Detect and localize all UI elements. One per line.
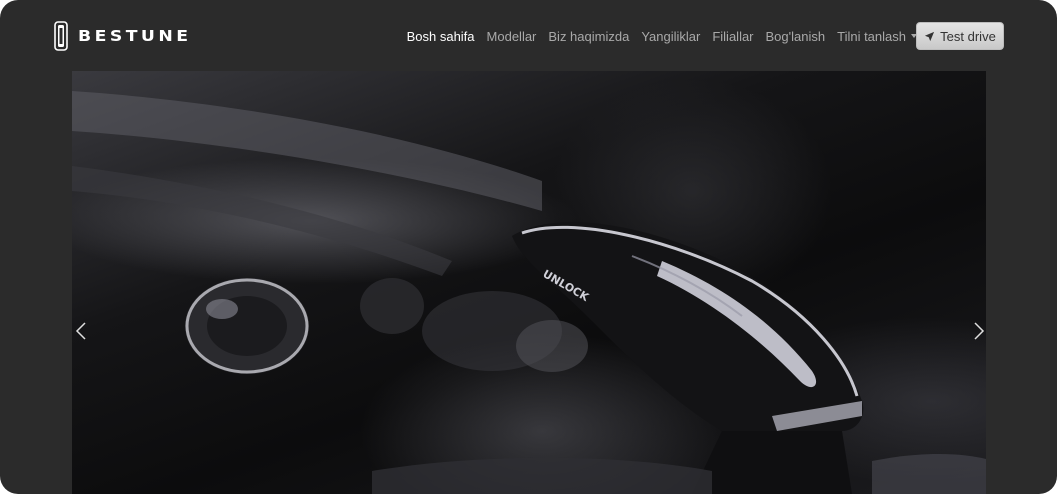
brand-name: BESTUNE [78,27,192,45]
bestune-emblem-icon [54,21,68,51]
nav-item-news[interactable]: Yangiliklar [641,29,700,44]
browser-window: BESTUNE Bosh sahifa Modellar Biz haqimiz… [0,0,1057,494]
language-dropdown-label: Tilni tanlash [837,28,906,44]
nav-item-about[interactable]: Biz haqimizda [548,29,629,44]
language-dropdown[interactable]: Tilni tanlash [837,29,917,44]
main-nav: Bosh sahifa Modellar Biz haqimizda Yangi… [407,25,917,47]
nav-item-models[interactable]: Modellar [487,29,537,44]
chevron-right-icon[interactable] [968,321,986,341]
brand-logo[interactable]: BESTUNE [54,20,188,52]
nav-item-home[interactable]: Bosh sahifa [407,29,475,44]
chevron-left-icon[interactable] [72,321,92,341]
nav-item-contact[interactable]: Bog'lanish [766,29,826,44]
send-arrow-icon [925,31,935,41]
hero-carousel: UNLOCK [72,71,986,494]
gear-shifter-image: UNLOCK [72,91,986,494]
test-drive-label: Test drive [940,28,996,44]
nav-item-branches[interactable]: Filiallar [712,29,753,44]
test-drive-button[interactable]: Test drive [916,22,1004,50]
navbar: BESTUNE Bosh sahifa Modellar Biz haqimiz… [0,0,1057,72]
